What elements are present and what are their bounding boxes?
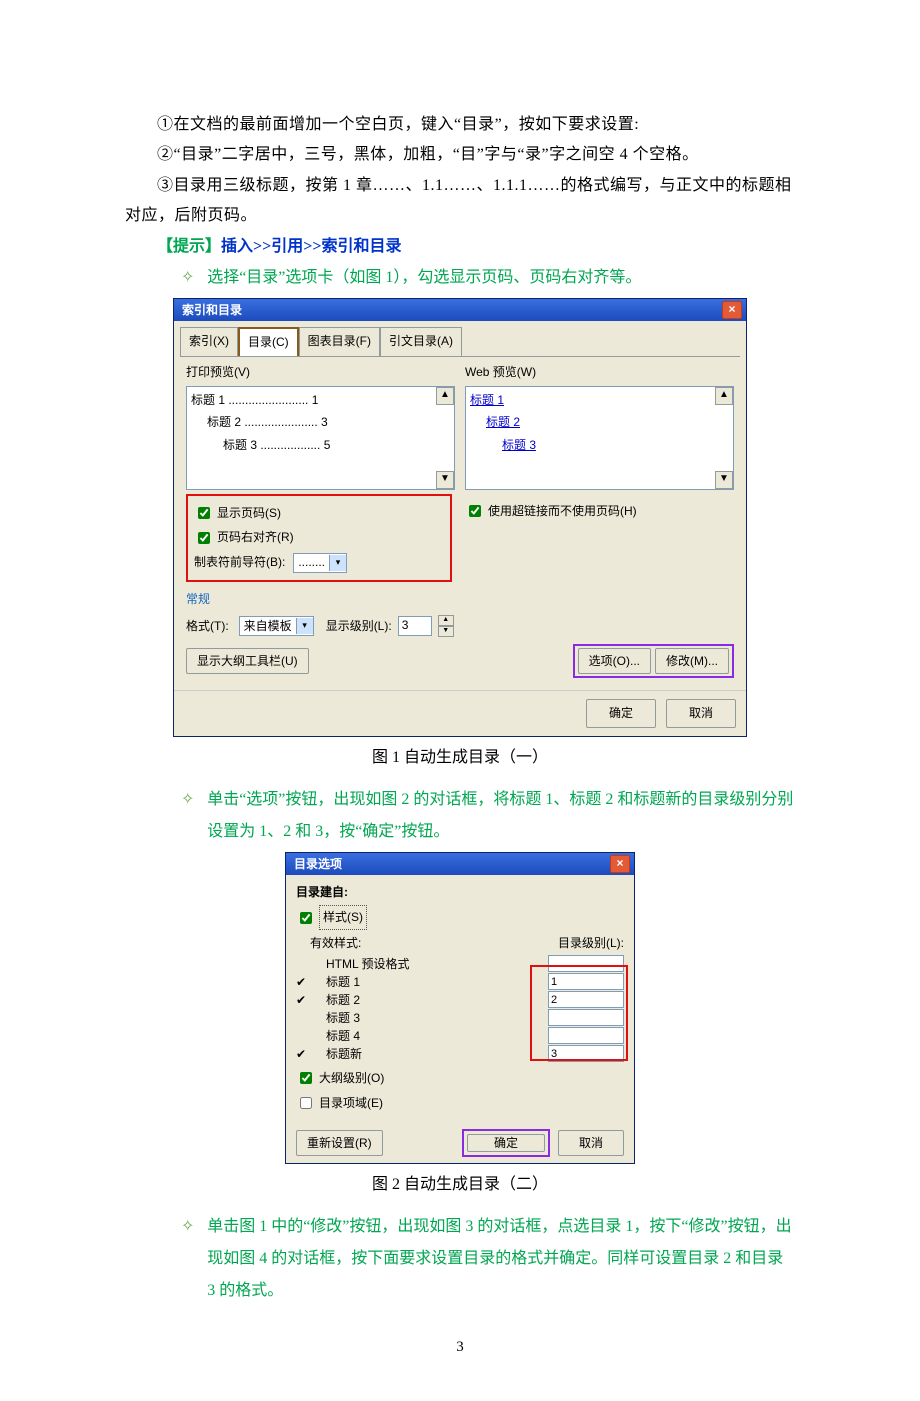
check-icon: ✔	[296, 1043, 310, 1066]
styles-label: 样式(S)	[319, 905, 367, 930]
options-button[interactable]: 选项(O)...	[578, 648, 651, 675]
tab-citation[interactable]: 引文目录(A)	[380, 327, 462, 356]
modify-button[interactable]: 修改(M)...	[655, 648, 729, 675]
ok-button[interactable]: 确定	[586, 699, 656, 728]
web-link-h2[interactable]: 标题 2	[486, 415, 520, 429]
web-preview-label: Web 预览(W)	[465, 361, 734, 384]
show-outline-button[interactable]: 显示大纲工具栏(U)	[186, 648, 309, 675]
tab-index[interactable]: 索引(X)	[180, 327, 238, 356]
dialog1-title: 索引和目录	[182, 299, 242, 321]
scroll-down-icon[interactable]: ▼	[715, 471, 733, 489]
figure-1-caption: 图 1 自动生成目录（一）	[125, 743, 795, 773]
show-pagenum-label: 显示页码(S)	[217, 502, 281, 525]
check-icon: ✔	[296, 989, 310, 1012]
levels-label: 显示级别(L):	[326, 615, 392, 638]
print-preview: 标题 1 ........................ 1 标题 2 ...…	[186, 386, 455, 490]
leader-combo[interactable]: ........▾	[293, 553, 347, 573]
bullet-1: ✧ 选择“目录”选项卡（如图 1），勾选显示页码、页码右对齐等。	[181, 262, 795, 294]
right-align-label: 页码右对齐(R)	[217, 526, 294, 549]
dialog2-title: 目录选项	[294, 853, 342, 875]
web-link-h3[interactable]: 标题 3	[502, 438, 536, 452]
format-combo[interactable]: 来自模板▾	[239, 616, 314, 636]
page-number: 3	[125, 1333, 795, 1362]
dialog-index-toc: 索引和目录 × 索引(X) 目录(C) 图表目录(F) 引文目录(A) 打印预览…	[173, 298, 747, 737]
cancel-button[interactable]: 取消	[558, 1130, 624, 1157]
ok-button[interactable]: 确定	[467, 1134, 545, 1152]
figure-2-caption: 图 2 自动生成目录（二）	[125, 1170, 795, 1200]
para-2: ②“目录”二字居中，三号，黑体，加粗，“目”字与“录”字之间空 4 个空格。	[125, 140, 795, 170]
levels-spinner[interactable]: 3	[398, 616, 432, 636]
para-3: ③目录用三级标题，按第 1 章……、1.1……、1.1.1……的格式编写，与正文…	[125, 171, 795, 232]
close-icon[interactable]: ×	[610, 855, 630, 873]
reset-button[interactable]: 重新设置(R)	[296, 1130, 383, 1157]
tab-toc[interactable]: 目录(C)	[238, 327, 299, 356]
tab-figure[interactable]: 图表目录(F)	[299, 327, 380, 356]
checkbox-right-align[interactable]	[198, 532, 210, 544]
options-modify-highlight: 选项(O)... 修改(M)...	[573, 644, 734, 679]
dialog-toc-options: 目录选项 × 目录建自: 样式(S) 有效样式: 目录级别(L): HTML 预…	[285, 852, 635, 1165]
build-from-label: 目录建自:	[296, 881, 624, 904]
bullet-3: ✧ 单击图 1 中的“修改”按钮，出现如图 3 的对话框，点选目录 1，按下“修…	[181, 1211, 795, 1307]
scroll-down-icon[interactable]: ▼	[436, 471, 454, 489]
bullet-2: ✧ 单击“选项”按钮，出现如图 2 的对话框，将标题 1、标题 2 和标题新的目…	[181, 784, 795, 848]
style-new: 标题新	[310, 1043, 548, 1066]
spinner-buttons[interactable]: ▲▼	[438, 615, 454, 637]
checkbox-outline-level[interactable]	[300, 1072, 312, 1084]
dialog1-titlebar: 索引和目录 ×	[174, 299, 746, 321]
dialog1-tabs: 索引(X) 目录(C) 图表目录(F) 引文目录(A)	[174, 321, 746, 356]
dialog2-titlebar: 目录选项 ×	[286, 853, 634, 875]
valid-styles-label: 有效样式:	[310, 932, 558, 955]
web-link-h1[interactable]: 标题 1	[470, 393, 504, 407]
hyperlink-label: 使用超链接而不使用页码(H)	[488, 500, 637, 523]
checkbox-styles[interactable]	[300, 912, 312, 924]
scroll-up-icon[interactable]: ▲	[436, 387, 454, 405]
tip-line: 【提示】插入>>引用>>索引和目录	[125, 232, 795, 262]
para-1: ①在文档的最前面增加一个空白页，键入“目录”，按如下要求设置:	[125, 110, 795, 140]
pagenum-options-highlight: 显示页码(S) 页码右对齐(R) 制表符前导符(B): ........▾	[186, 494, 452, 582]
chevron-down-icon[interactable]: ▾	[329, 555, 346, 571]
web-preview: 标题 1 标题 2 标题 3 ▲ ▼	[465, 386, 734, 490]
chevron-down-icon[interactable]: ▾	[296, 618, 313, 634]
outline-level-label: 大纲级别(O)	[319, 1067, 384, 1090]
checkbox-hyperlink[interactable]	[469, 505, 481, 517]
general-label: 常规	[186, 588, 734, 611]
cancel-button[interactable]: 取消	[666, 699, 736, 728]
diamond-icon: ✧	[181, 1211, 194, 1307]
format-label: 格式(T):	[186, 615, 229, 638]
diamond-icon: ✧	[181, 262, 194, 294]
diamond-icon: ✧	[181, 784, 194, 848]
checkbox-toc-fields[interactable]	[300, 1097, 312, 1109]
leader-label: 制表符前导符(B):	[194, 551, 285, 574]
levels-col-label: 目录级别(L):	[558, 932, 624, 955]
levels-highlight	[530, 965, 628, 1061]
checkbox-show-pagenum[interactable]	[198, 507, 210, 519]
close-icon[interactable]: ×	[722, 301, 742, 319]
ok-highlight: 确定	[462, 1129, 550, 1158]
print-preview-label: 打印预览(V)	[186, 361, 455, 384]
scroll-up-icon[interactable]: ▲	[715, 387, 733, 405]
toc-fields-label: 目录项域(E)	[319, 1092, 383, 1115]
